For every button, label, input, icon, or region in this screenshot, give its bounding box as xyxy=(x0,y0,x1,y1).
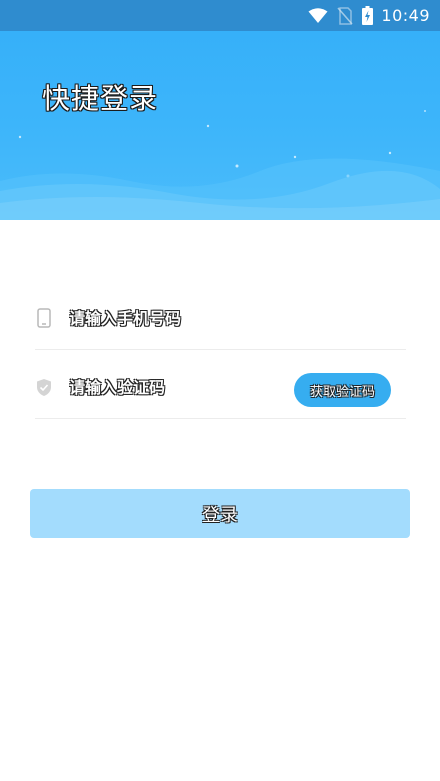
get-code-button[interactable]: 获取验证码 xyxy=(294,373,391,407)
status-bar: 10:49 xyxy=(0,0,440,31)
login-page: 10:49 快捷登录 请输入手机号码 请输入验证码 获取验证码 登录 xyxy=(0,0,440,781)
login-button[interactable]: 登录 xyxy=(30,489,410,538)
phone-row xyxy=(35,287,406,350)
code-row: 获取验证码 xyxy=(35,357,406,419)
battery-charging-icon xyxy=(362,6,374,25)
wave-background xyxy=(0,110,440,220)
status-time: 10:49 xyxy=(381,6,430,25)
wifi-icon xyxy=(308,7,328,24)
code-input[interactable] xyxy=(69,372,289,403)
phone-icon xyxy=(35,307,53,329)
header-banner: 快捷登录 xyxy=(0,31,440,220)
page-title: 快捷登录 xyxy=(42,82,159,115)
phone-input[interactable] xyxy=(69,303,289,333)
shield-icon xyxy=(35,377,53,399)
no-sim-icon xyxy=(337,6,353,25)
